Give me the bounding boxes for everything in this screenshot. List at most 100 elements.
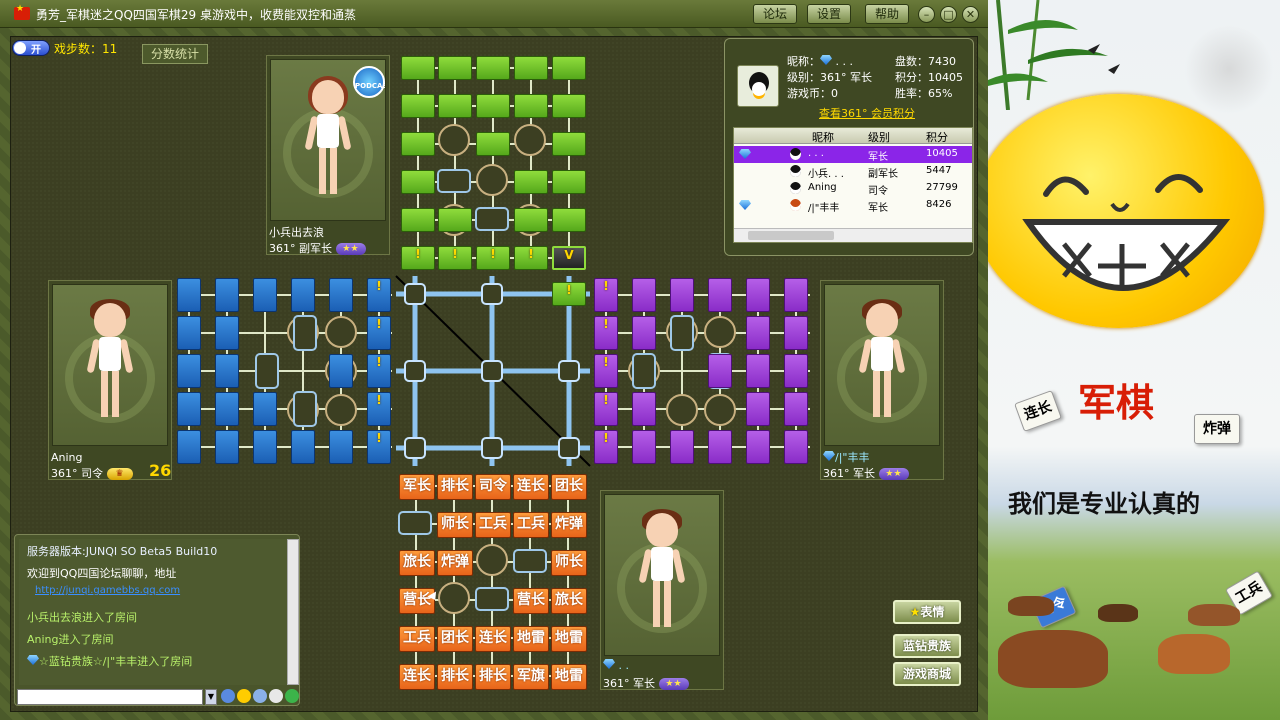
blue-piece-hidden[interactable]: ! bbox=[367, 392, 391, 426]
chat-scrollbar[interactable] bbox=[287, 539, 299, 685]
orange-piece[interactable]: 连长 bbox=[399, 664, 435, 690]
green-piece[interactable] bbox=[514, 94, 548, 118]
green-piece-selected[interactable]: V bbox=[552, 246, 586, 270]
blue-piece[interactable] bbox=[329, 430, 353, 464]
table-row[interactable]: . . . 军长 10405 bbox=[734, 146, 972, 163]
orange-piece[interactable]: 排长 bbox=[475, 664, 511, 690]
blue-piece-hidden[interactable]: ! bbox=[367, 316, 391, 350]
chat-history-dropdown[interactable]: ▼ bbox=[205, 689, 217, 705]
green-piece-hidden[interactable]: ! bbox=[514, 246, 548, 270]
blue-piece[interactable] bbox=[253, 278, 277, 312]
orange-piece[interactable]: 军旗 bbox=[513, 664, 549, 690]
player-table[interactable]: 昵称 级别 积分 . . . 军长 10405 小兵. . . 副军长 5447… bbox=[733, 127, 973, 243]
blue-piece-hidden[interactable]: ! bbox=[367, 354, 391, 388]
purple-piece[interactable] bbox=[784, 392, 808, 426]
orange-piece[interactable]: 地雷 bbox=[551, 664, 587, 690]
green-piece[interactable] bbox=[514, 56, 548, 80]
purple-piece[interactable] bbox=[746, 278, 770, 312]
orange-piece[interactable]: 地雷 bbox=[513, 626, 549, 652]
orange-piece[interactable]: 地雷 bbox=[551, 626, 587, 652]
orange-piece[interactable]: 排长 bbox=[437, 474, 473, 500]
chat-log[interactable]: 服务器版本:JUNQI SO Beta5 Build10 欢迎到QQ四国论坛聊聊… bbox=[19, 539, 287, 685]
purple-piece[interactable] bbox=[746, 316, 770, 350]
purple-piece[interactable] bbox=[632, 430, 656, 464]
game-shop-button[interactable]: 游戏商城 bbox=[893, 662, 961, 686]
purple-piece-hidden[interactable]: ! bbox=[594, 316, 618, 350]
blue-piece[interactable] bbox=[329, 354, 353, 388]
orange-piece[interactable]: 军长 bbox=[399, 474, 435, 500]
blue-piece[interactable] bbox=[291, 278, 315, 312]
blue-piece[interactable] bbox=[177, 316, 201, 350]
orange-piece[interactable]: 师长 bbox=[437, 512, 473, 538]
purple-piece[interactable] bbox=[746, 430, 770, 464]
green-piece-moved[interactable]: ! bbox=[552, 282, 586, 306]
green-piece-hidden[interactable]: ! bbox=[438, 246, 472, 270]
sound-icon[interactable] bbox=[253, 689, 267, 703]
blue-piece[interactable] bbox=[253, 392, 277, 426]
blue-piece[interactable] bbox=[291, 430, 315, 464]
orange-piece[interactable]: 连长 bbox=[475, 626, 511, 652]
orange-piece[interactable]: 旅长 bbox=[551, 588, 587, 614]
blue-piece-hidden[interactable]: ! bbox=[367, 278, 391, 312]
green-piece[interactable] bbox=[476, 56, 510, 80]
purple-piece-hidden[interactable]: ! bbox=[594, 354, 618, 388]
purple-piece[interactable] bbox=[784, 354, 808, 388]
orange-piece[interactable]: 团长 bbox=[551, 474, 587, 500]
blue-diamond-button[interactable]: 蓝钻贵族 bbox=[893, 634, 961, 658]
forum-link[interactable]: http://junqi.gamebbs.qq.com bbox=[35, 585, 180, 596]
green-piece[interactable] bbox=[438, 56, 472, 80]
green-piece[interactable] bbox=[401, 170, 435, 194]
purple-piece[interactable] bbox=[708, 354, 732, 388]
green-piece-hidden[interactable]: ! bbox=[476, 246, 510, 270]
font-icon[interactable] bbox=[269, 689, 283, 703]
table-row[interactable]: /|"丰丰 军长 8426 bbox=[734, 197, 972, 214]
orange-piece[interactable]: 工兵 bbox=[475, 512, 511, 538]
orange-piece[interactable]: 旅长 bbox=[399, 550, 435, 576]
orange-piece[interactable]: 团长 bbox=[437, 626, 473, 652]
green-piece[interactable] bbox=[552, 132, 586, 156]
blue-piece[interactable] bbox=[177, 278, 201, 312]
green-piece[interactable] bbox=[401, 208, 435, 232]
col-nickname[interactable]: 昵称 bbox=[812, 129, 834, 145]
table-row[interactable]: Aning 司令 27799 bbox=[734, 180, 972, 197]
blue-piece[interactable] bbox=[177, 354, 201, 388]
green-piece[interactable] bbox=[476, 94, 510, 118]
green-piece[interactable] bbox=[401, 56, 435, 80]
blue-piece[interactable] bbox=[177, 392, 201, 426]
blue-piece[interactable] bbox=[215, 316, 239, 350]
green-piece[interactable] bbox=[552, 94, 586, 118]
blue-piece[interactable] bbox=[215, 278, 239, 312]
green-piece[interactable] bbox=[552, 208, 586, 232]
blue-piece[interactable] bbox=[215, 392, 239, 426]
green-piece[interactable] bbox=[438, 94, 472, 118]
blue-piece-hidden[interactable]: ! bbox=[367, 430, 391, 464]
green-piece[interactable] bbox=[401, 94, 435, 118]
table-row[interactable]: 小兵. . . 副军长 5447 bbox=[734, 163, 972, 180]
green-piece[interactable] bbox=[552, 170, 586, 194]
green-piece[interactable] bbox=[552, 56, 586, 80]
purple-piece[interactable] bbox=[632, 278, 656, 312]
purple-piece[interactable] bbox=[784, 430, 808, 464]
table-horizontal-scrollbar[interactable] bbox=[734, 228, 972, 242]
more-icon[interactable] bbox=[285, 689, 299, 703]
purple-piece[interactable] bbox=[784, 316, 808, 350]
blue-piece[interactable] bbox=[215, 430, 239, 464]
purple-piece[interactable] bbox=[708, 278, 732, 312]
purple-piece[interactable] bbox=[746, 392, 770, 426]
blue-piece[interactable] bbox=[215, 354, 239, 388]
green-piece-hidden[interactable]: ! bbox=[401, 246, 435, 270]
emote-button[interactable]: ★表情 bbox=[893, 600, 961, 624]
purple-piece-hidden[interactable]: ! bbox=[594, 430, 618, 464]
purple-piece[interactable] bbox=[746, 354, 770, 388]
orange-piece[interactable]: 排长 bbox=[437, 664, 473, 690]
orange-piece[interactable]: 师长 bbox=[551, 550, 587, 576]
orange-piece[interactable]: 营长 bbox=[513, 588, 549, 614]
green-piece[interactable] bbox=[476, 132, 510, 156]
purple-piece-hidden[interactable]: ! bbox=[594, 392, 618, 426]
purple-piece[interactable] bbox=[632, 392, 656, 426]
orange-piece[interactable]: 连长 bbox=[513, 474, 549, 500]
chat-input[interactable] bbox=[17, 689, 203, 705]
col-level[interactable]: 级别 bbox=[868, 129, 890, 145]
purple-piece[interactable] bbox=[708, 430, 732, 464]
scrollbar-thumb[interactable] bbox=[748, 231, 834, 240]
